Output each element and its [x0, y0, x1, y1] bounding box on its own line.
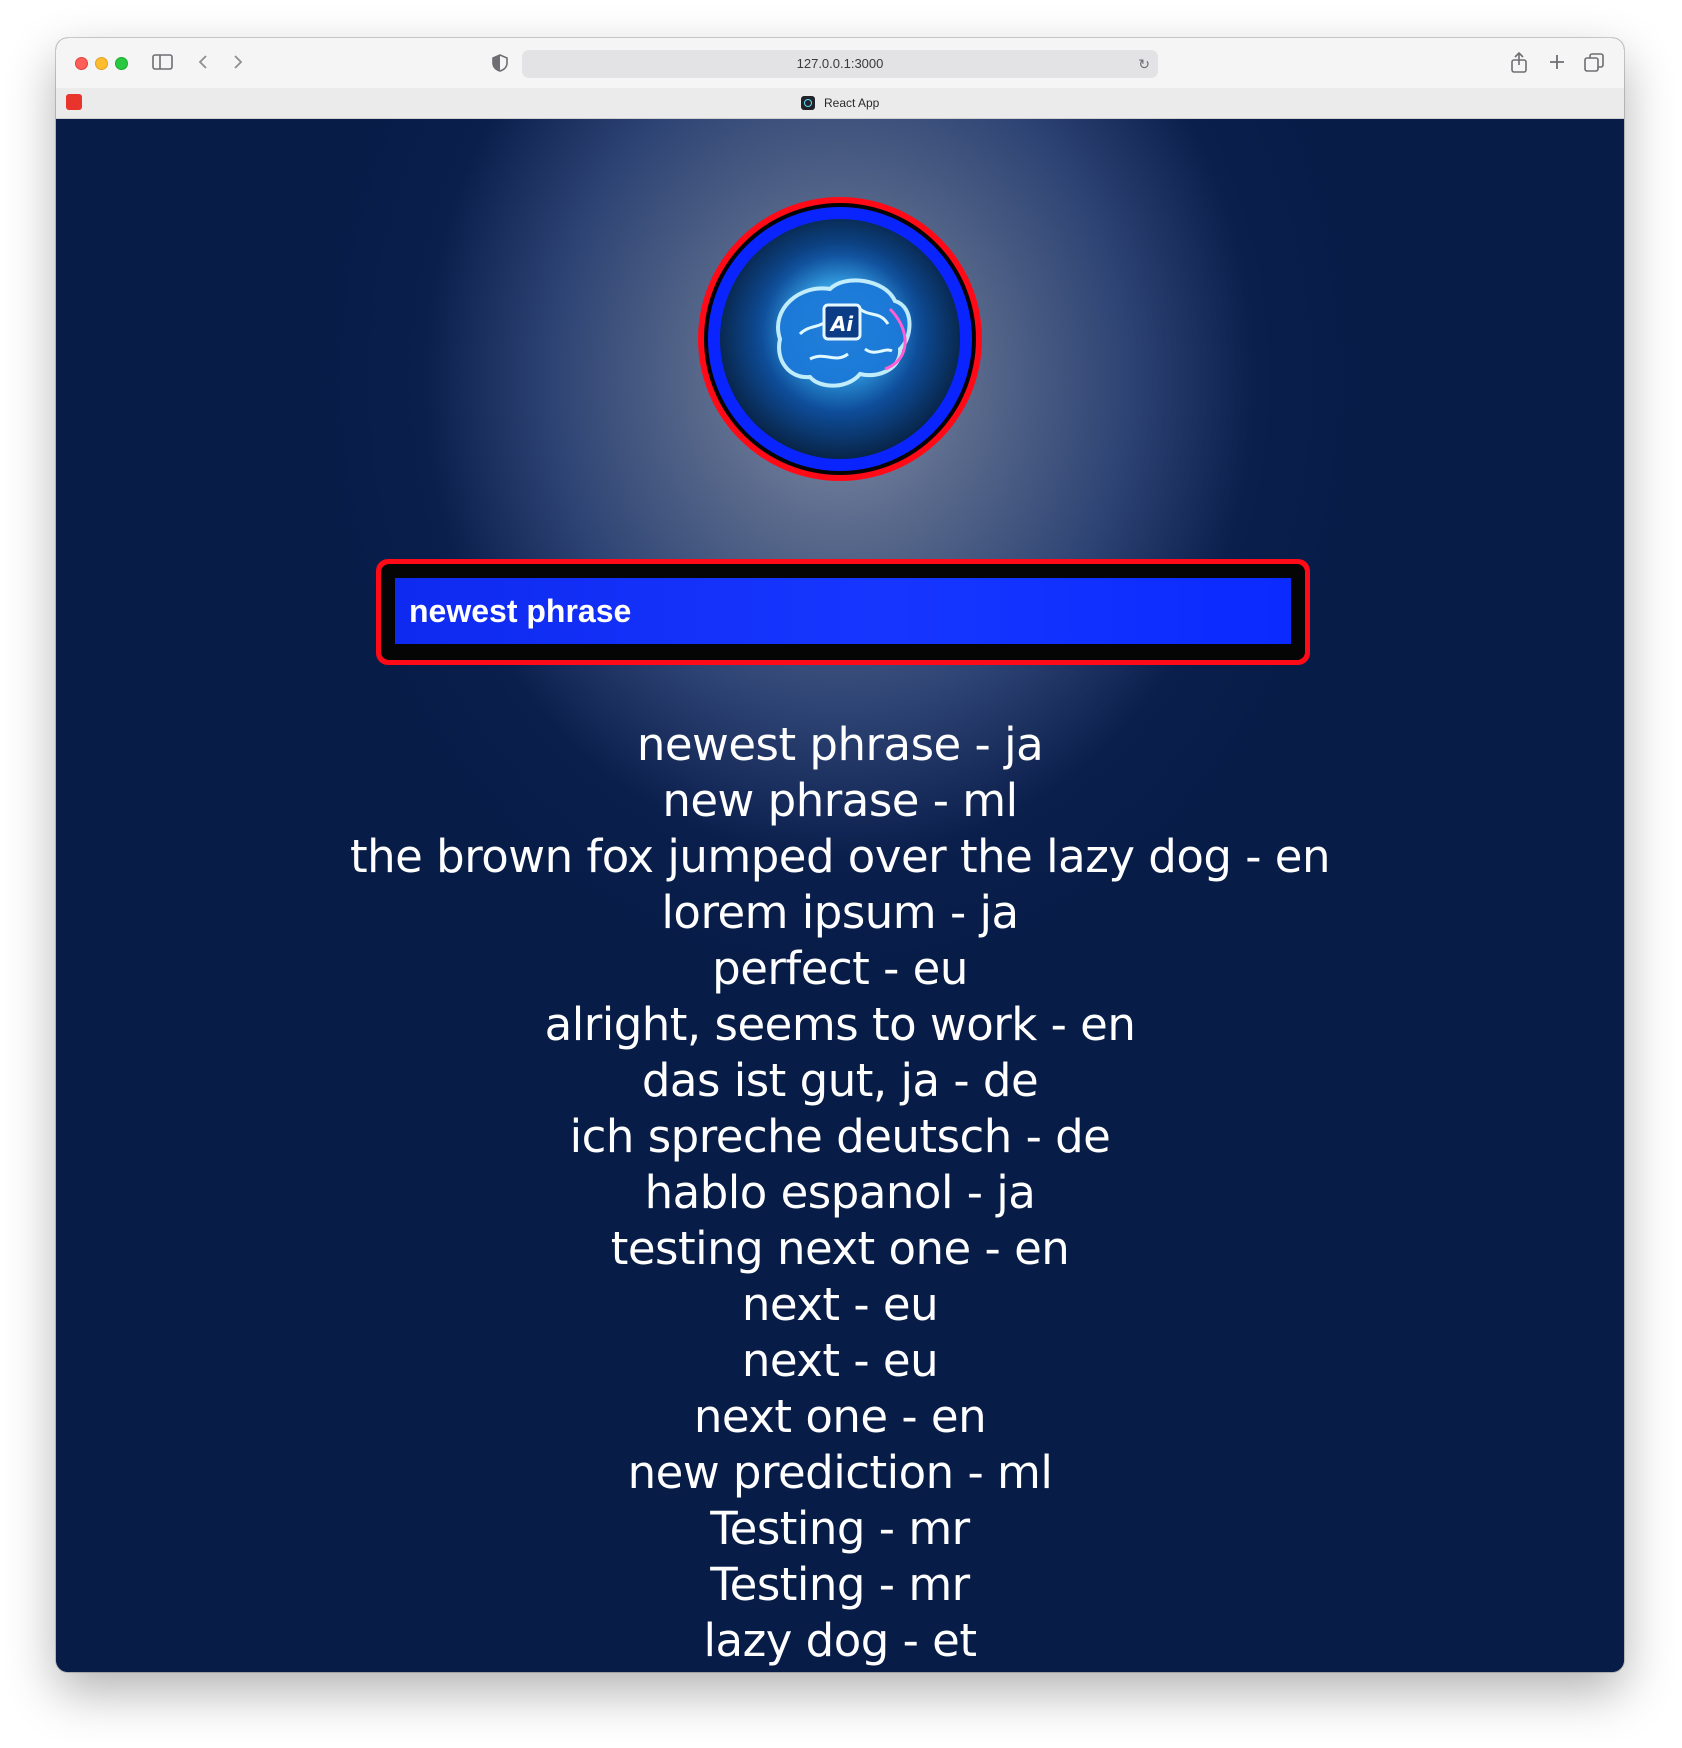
browser-toolbar: 127.0.0.1:3000 ↻ [56, 38, 1624, 88]
list-item: next one - en [693, 1390, 987, 1443]
list-item: testing next one - en [610, 1222, 1070, 1275]
list-item: das ist gut, ja - de [641, 1054, 1039, 1107]
new-tab-icon[interactable] [1548, 53, 1566, 75]
reload-icon[interactable]: ↻ [1138, 50, 1150, 78]
list-item: newest phrase - ja [636, 718, 1044, 771]
list-item: hablo espanol - ja [644, 1166, 1036, 1219]
address-bar-url: 127.0.0.1:3000 [796, 56, 884, 71]
minimize-window-button[interactable] [95, 57, 108, 70]
tab-overview-icon[interactable] [1584, 53, 1604, 77]
sidebar-toggle-icon[interactable] [152, 53, 174, 75]
list-item: lorem ipsum - ja [661, 886, 1019, 939]
list-item: ich spreche deutsch - de [569, 1110, 1111, 1163]
list-item: next - eu [741, 1278, 939, 1331]
list-item: Testing - mr [710, 1502, 970, 1555]
tab-bar: React App [56, 88, 1624, 119]
list-item: new phrase - ml [662, 774, 1018, 827]
list-item: the brown fox jumped over the lazy dog -… [350, 830, 1330, 883]
list-item: alright, seems to work - en [544, 998, 1136, 1051]
list-item: lazy dog - et [703, 1614, 977, 1667]
back-icon[interactable] [196, 53, 210, 75]
tab-react-app[interactable]: React App [56, 88, 1624, 118]
ai-brain-logo: Ai [698, 197, 982, 481]
list-item: Testing - mr [710, 1558, 970, 1611]
phrase-history-list: newest phrase - ja new phrase - ml the b… [56, 717, 1624, 1669]
page-content: Ai newest phrase - ja new phrase - ml th… [56, 119, 1624, 1672]
list-item: new prediction - ml [627, 1446, 1053, 1499]
tab-title-label: React App [823, 96, 880, 110]
forward-icon[interactable] [231, 53, 245, 75]
phrase-input-frame [376, 559, 1310, 665]
extension-icon[interactable] [66, 94, 82, 110]
phrase-input[interactable] [395, 578, 1291, 644]
ai-logo-text: Ai [829, 312, 854, 336]
share-icon[interactable] [1510, 51, 1528, 78]
browser-window: 127.0.0.1:3000 ↻ React App Ai newest phr… [56, 38, 1624, 1672]
list-item: next - eu [741, 1334, 939, 1387]
privacy-shield-icon[interactable] [492, 54, 508, 76]
list-item: perfect - eu [712, 942, 968, 995]
address-bar[interactable]: 127.0.0.1:3000 ↻ [522, 50, 1158, 78]
zoom-window-button[interactable] [115, 57, 128, 70]
brain-icon: Ai [720, 219, 960, 459]
react-favicon-icon [800, 96, 815, 110]
close-window-button[interactable] [75, 57, 88, 70]
